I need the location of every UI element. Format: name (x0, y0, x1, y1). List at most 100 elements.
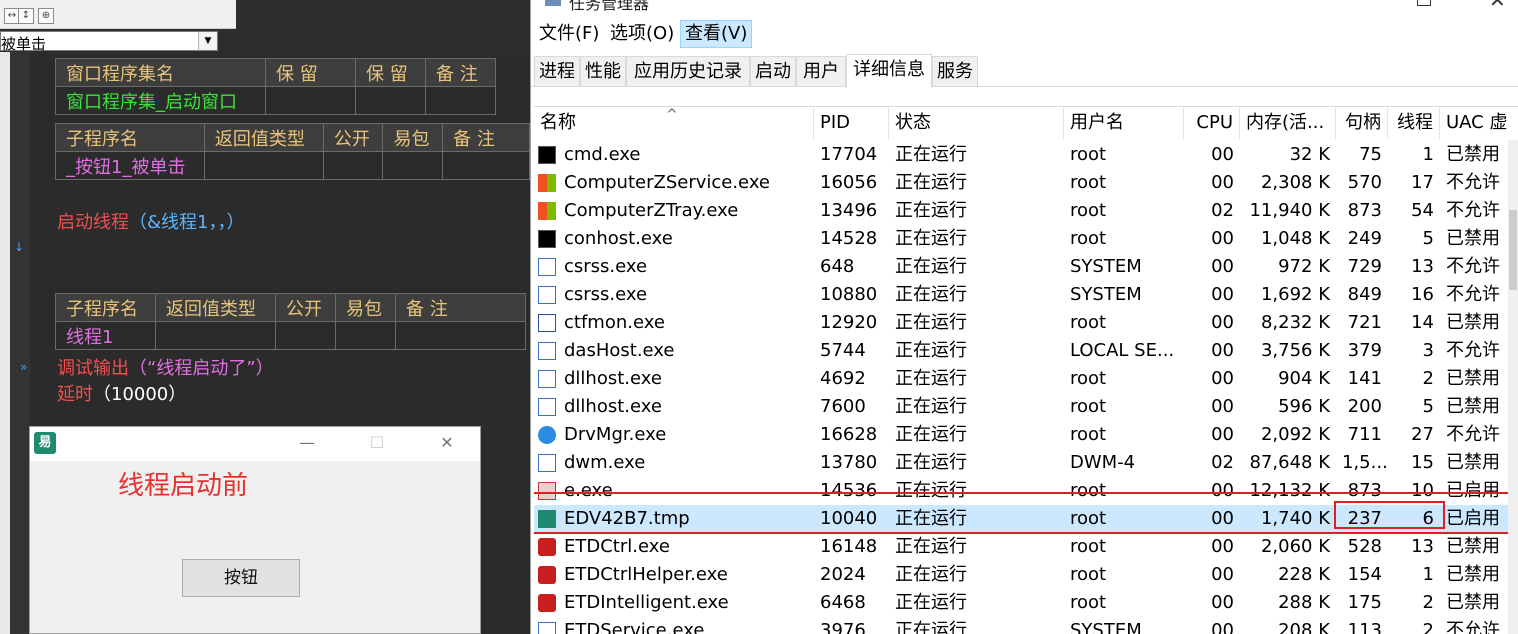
tab-services[interactable]: 服务 (932, 56, 978, 86)
table-cell[interactable] (442, 151, 530, 180)
table-cell[interactable] (265, 86, 356, 115)
cell-cpu: 00 (1211, 172, 1234, 193)
cell-handles: 570 (1347, 172, 1382, 193)
subroutine-name-cell[interactable]: 线程1 (55, 321, 156, 350)
process-details-grid[interactable]: 名称 ^ PID 状态 用户名 CPU 内存(活... 句柄 线程 UAC 虚 c… (534, 106, 1518, 634)
table-cell[interactable] (425, 86, 496, 115)
cell-cpu: 00 (1211, 368, 1234, 389)
cell-status: 正在运行 (895, 452, 967, 473)
tab-performance[interactable]: 性能 (580, 56, 626, 86)
program-set-name-cell[interactable]: 窗口程序集_启动窗口 (55, 86, 266, 115)
table-row[interactable]: ETDCtrlHelper.exe 2024 正在运行 root 00 228 K 154 1… (534, 561, 1518, 589)
close-icon[interactable]: ✕ (1489, 0, 1506, 12)
code-function: 启动线程 (57, 212, 129, 233)
toolbar-toggle-icon[interactable]: ⊕ (38, 8, 54, 24)
table-cell[interactable] (275, 321, 336, 350)
table-cell[interactable] (322, 151, 384, 180)
subroutine-name-cell[interactable]: _按钮1_被单击 (55, 151, 205, 180)
cell-name: dasHost.exe (564, 340, 675, 361)
table-row[interactable]: ETDCtrl.exe 16148 正在运行 root 00 2,060 K 528 13 已禁… (534, 533, 1518, 561)
table-row[interactable]: ComputerZService.exe 16056 正在运行 root 00 2,308… (534, 169, 1518, 197)
tab-users[interactable]: 用户 (796, 56, 846, 86)
cell-mem: 1,048 K (1260, 228, 1330, 249)
table-row[interactable]: ctfmon.exe 12920 正在运行 root 00 8,232 K 721 14 已禁用 (534, 309, 1518, 337)
table-row[interactable]: EDV42B7.tmp 10040 正在运行 root 00 1,740 K 237 6 已启用 (534, 505, 1518, 533)
table-row[interactable]: csrss.exe 10880 正在运行 SYSTEM 00 1,692 K 849 16 不允… (534, 281, 1518, 309)
ide-left-scrollbar[interactable] (0, 52, 10, 634)
cell-user: root (1070, 228, 1107, 249)
table-row[interactable]: cmd.exe 17704 正在运行 root 00 32 K 75 1 已禁用 (534, 141, 1518, 169)
cell-pid: 10040 (820, 508, 878, 529)
form-button[interactable]: 按钮 (182, 559, 300, 597)
table-header: 返回值类型 (155, 293, 276, 322)
menu-options[interactable]: 选项(O) (606, 20, 678, 48)
table-cell[interactable] (395, 321, 526, 350)
cell-mem: 596 K (1278, 396, 1330, 417)
code-line-delay[interactable]: 延时（10000） (57, 380, 186, 406)
cell-mem: 11,940 K (1249, 200, 1330, 221)
column-header-handles[interactable]: 句柄 (1336, 107, 1388, 139)
column-header-pid[interactable]: PID (814, 107, 889, 139)
column-header-uac[interactable]: UAC 虚 (1440, 107, 1518, 139)
column-header-memory[interactable]: 内存(活... (1240, 107, 1336, 139)
table-row[interactable]: csrss.exe 648 正在运行 SYSTEM 00 972 K 729 13 不允许 (534, 253, 1518, 281)
toolbar-expand-icon[interactable]: ↕ (18, 8, 34, 24)
table-row[interactable]: DrvMgr.exe 16628 正在运行 root 00 2,092 K 711 27 不允许 (534, 421, 1518, 449)
menu-file[interactable]: 文件(F) (535, 20, 603, 48)
cell-cpu: 02 (1211, 452, 1234, 473)
code-line-start-thread[interactable]: 启动线程（&线程1，，） (57, 208, 245, 234)
vertical-scrollbar[interactable] (1508, 140, 1518, 634)
table-row[interactable]: dasHost.exe 5744 正在运行 LOCAL SE... 00 3,756 K 3… (534, 337, 1518, 365)
table-cell[interactable] (203, 151, 324, 180)
table-row[interactable]: dllhost.exe 4692 正在运行 root 00 904 K 141 2 已禁用 (534, 365, 1518, 393)
cell-pid: 14536 (820, 480, 878, 501)
cell-name: ComputerZService.exe (564, 172, 770, 193)
table-row[interactable]: e.exe 14536 正在运行 root 00 12,132 K 873 10 已启用 (534, 477, 1518, 505)
cell-user: LOCAL SE... (1070, 340, 1175, 361)
column-header-name[interactable]: 名称 ^ (534, 107, 814, 139)
menu-view[interactable]: 查看(V) (680, 20, 753, 48)
cell-mem: 904 K (1278, 368, 1330, 389)
scrollbar-thumb[interactable] (1509, 210, 1517, 290)
column-header-cpu[interactable]: CPU (1184, 107, 1240, 139)
task-manager-titlebar[interactable]: 任务管理器 ✕ (531, 0, 1518, 13)
table-cell[interactable] (382, 151, 444, 180)
table-row[interactable]: ETDIntelligent.exe 6468 正在运行 root 00 288 K 175… (534, 589, 1518, 617)
event-combo[interactable]: 被单击 ▼ (0, 31, 218, 53)
table-row[interactable]: ETDService.exe 3976 正在运行 SYSTEM 00 208 K 113 2 不… (534, 617, 1518, 634)
code-line-debug-output[interactable]: 调试输出（“线程启动了”） (57, 354, 274, 380)
cell-cpu: 02 (1211, 200, 1234, 221)
cell-handles: 154 (1347, 564, 1382, 585)
table-row[interactable]: dwm.exe 13780 正在运行 DWM-4 02 87,648 K 1,5... 15 已… (534, 449, 1518, 477)
table-row[interactable]: conhost.exe 14528 正在运行 root 00 1,048 K 249 5 已禁用 (534, 225, 1518, 253)
table-cell[interactable] (155, 321, 276, 350)
tab-app-history[interactable]: 应用历史记录 (626, 56, 750, 86)
column-header-user[interactable]: 用户名 (1064, 107, 1184, 139)
form-titlebar[interactable]: 易 — ☐ ✕ (30, 427, 480, 461)
tab-processes[interactable]: 进程 (534, 56, 580, 86)
table-row[interactable]: dllhost.exe 7600 正在运行 root 00 596 K 200 5 已禁用 (534, 393, 1518, 421)
subroutine-table-2: 子程序名 返回值类型 公开 易包 备 注 线程1 (55, 293, 526, 350)
cell-handles: 175 (1347, 592, 1382, 613)
cell-mem: 2,092 K (1260, 424, 1330, 445)
cell-name: EDV42B7.tmp (564, 508, 690, 529)
tab-startup[interactable]: 启动 (750, 56, 796, 86)
table-cell[interactable] (355, 86, 426, 115)
close-icon[interactable]: ✕ (436, 432, 458, 454)
table-row[interactable]: ComputerZTray.exe 13496 正在运行 root 02 11,940 K… (534, 197, 1518, 225)
tab-details[interactable]: 详细信息 (846, 54, 932, 88)
maximize-icon[interactable]: ☐ (366, 432, 388, 454)
cell-mem: 8,232 K (1260, 312, 1330, 333)
cell-uac: 已禁用 (1446, 368, 1500, 389)
cell-pid: 17704 (820, 144, 878, 165)
minimize-icon[interactable]: — (296, 432, 318, 454)
event-combo-value: 被单击 (1, 35, 47, 53)
maximize-icon[interactable] (1417, 0, 1431, 6)
column-header-threads[interactable]: 线程 (1388, 107, 1440, 139)
table-cell[interactable] (335, 321, 396, 350)
cell-status: 正在运行 (895, 284, 967, 305)
cell-mem: 288 K (1278, 592, 1330, 613)
chevron-down-icon[interactable]: ▼ (198, 32, 217, 50)
cell-status: 正在运行 (895, 508, 967, 529)
column-header-status[interactable]: 状态 (889, 107, 1064, 139)
